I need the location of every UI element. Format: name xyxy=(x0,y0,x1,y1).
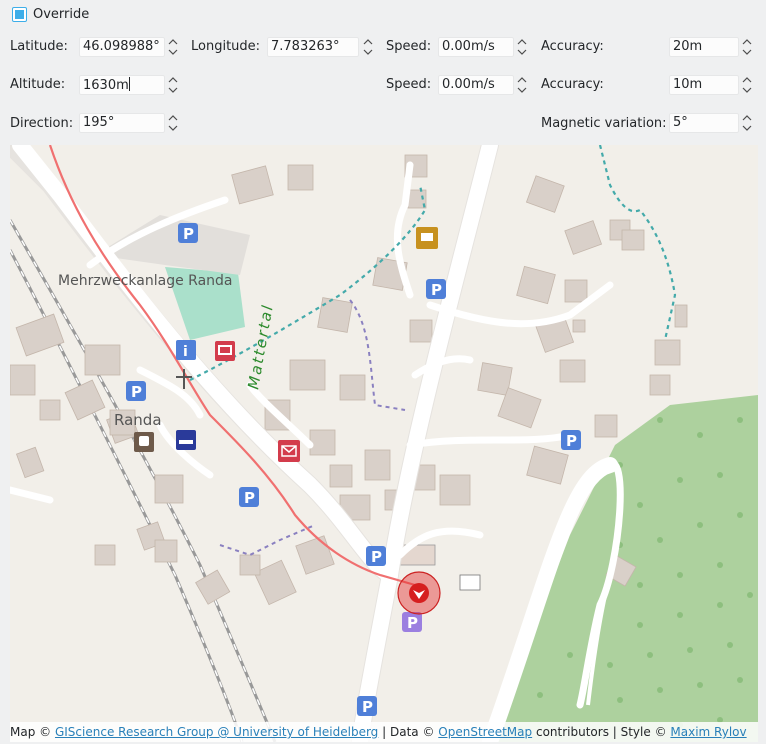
svg-text:P: P xyxy=(131,383,142,401)
spin-arrows-icon xyxy=(742,115,752,131)
altitude-field[interactable]: 1630m xyxy=(79,75,165,95)
attribution-osm-link[interactable]: OpenStreetMap xyxy=(438,725,532,739)
attribution-style-link[interactable]: Maxim Rylov xyxy=(670,725,746,739)
accuracy-label-2: Accuracy: xyxy=(541,77,604,92)
text-caret xyxy=(128,77,130,91)
post-office-icon xyxy=(278,440,300,462)
magnetic-variation-label: Magnetic variation: xyxy=(541,116,667,131)
attribution-giscience-link[interactable]: GIScience Research Group @ University of… xyxy=(55,725,378,739)
svg-text:P: P xyxy=(431,281,442,299)
altitude-label: Altitude: xyxy=(10,77,66,92)
accuracy-field-2[interactable]: 10m xyxy=(669,75,739,95)
spin-arrows-icon xyxy=(517,77,527,93)
magnetic-variation-field[interactable]: 5° xyxy=(669,113,739,133)
accuracy-spinner-2[interactable] xyxy=(740,74,754,96)
train-station-icon xyxy=(134,432,154,452)
latitude-field[interactable]: 46.098988° xyxy=(79,37,165,57)
svg-text:P: P xyxy=(407,614,418,632)
speed-value-2: 0.00m/s xyxy=(442,77,495,92)
bus-stop-icon xyxy=(215,341,235,361)
attribution-map-prefix: Map © xyxy=(10,725,52,739)
viewpoint-icon xyxy=(416,227,438,249)
svg-text:P: P xyxy=(244,489,255,507)
attribution-data-prefix: | Data © xyxy=(382,725,435,739)
speed-value-1: 0.00m/s xyxy=(442,39,495,54)
longitude-label: Longitude: xyxy=(191,39,261,54)
altitude-value: 1630m xyxy=(83,78,129,93)
speed-field-1[interactable]: 0.00m/s xyxy=(438,37,514,57)
place-label-randa: Randa xyxy=(114,411,162,429)
svg-text:P: P xyxy=(183,225,194,243)
svg-text:P: P xyxy=(362,698,373,716)
accuracy-label-1: Accuracy: xyxy=(541,39,604,54)
map-view[interactable]: Mehrzweckanlage Randa Mattertal Randa P … xyxy=(10,145,758,742)
map-attribution: Map © GIScience Research Group @ Univers… xyxy=(10,722,758,742)
latitude-label: Latitude: xyxy=(10,39,68,54)
attribution-style-prefix: contributors | Style © xyxy=(535,725,667,739)
speed-label-1: Speed: xyxy=(386,39,432,54)
direction-label: Direction: xyxy=(10,116,74,131)
direction-spinner[interactable] xyxy=(166,112,180,134)
longitude-field[interactable]: 7.783263° xyxy=(267,37,359,57)
magnetic-variation-spinner[interactable] xyxy=(740,112,754,134)
speed-label-2: Speed: xyxy=(386,77,432,92)
latitude-value: 46.098988° xyxy=(83,39,160,54)
latitude-spinner[interactable] xyxy=(166,36,180,58)
svg-text:P: P xyxy=(566,432,577,450)
map-canvas[interactable]: Mehrzweckanlage Randa Mattertal Randa P … xyxy=(10,145,758,742)
spin-arrows-icon xyxy=(168,77,178,93)
place-label-mehrzweckanlage: Mehrzweckanlage Randa xyxy=(58,273,233,289)
override-checkbox[interactable] xyxy=(12,7,27,22)
svg-text:P: P xyxy=(371,548,382,566)
accuracy-value-2: 10m xyxy=(673,77,703,92)
direction-value: 195° xyxy=(83,115,115,130)
accuracy-spinner-1[interactable] xyxy=(740,36,754,58)
svg-text:i: i xyxy=(183,344,188,360)
speed-field-2[interactable]: 0.00m/s xyxy=(438,75,514,95)
speed-spinner-1[interactable] xyxy=(515,36,529,58)
spin-arrows-icon xyxy=(168,115,178,131)
magnetic-variation-value: 5° xyxy=(673,115,688,130)
current-position-marker xyxy=(397,571,441,615)
direction-field[interactable]: 195° xyxy=(79,113,165,133)
longitude-spinner[interactable] xyxy=(361,36,375,58)
spin-arrows-icon xyxy=(742,39,752,55)
override-label: Override xyxy=(33,7,90,22)
info-icon: i xyxy=(176,340,196,360)
accuracy-value-1: 20m xyxy=(673,39,703,54)
spin-arrows-icon xyxy=(742,77,752,93)
spin-arrows-icon xyxy=(168,39,178,55)
altitude-spinner[interactable] xyxy=(166,74,180,96)
speed-spinner-2[interactable] xyxy=(515,74,529,96)
longitude-value: 7.783263° xyxy=(271,39,340,54)
hotel-icon xyxy=(176,430,196,450)
spin-arrows-icon xyxy=(363,39,373,55)
spin-arrows-icon xyxy=(517,39,527,55)
accuracy-field-1[interactable]: 20m xyxy=(669,37,739,57)
